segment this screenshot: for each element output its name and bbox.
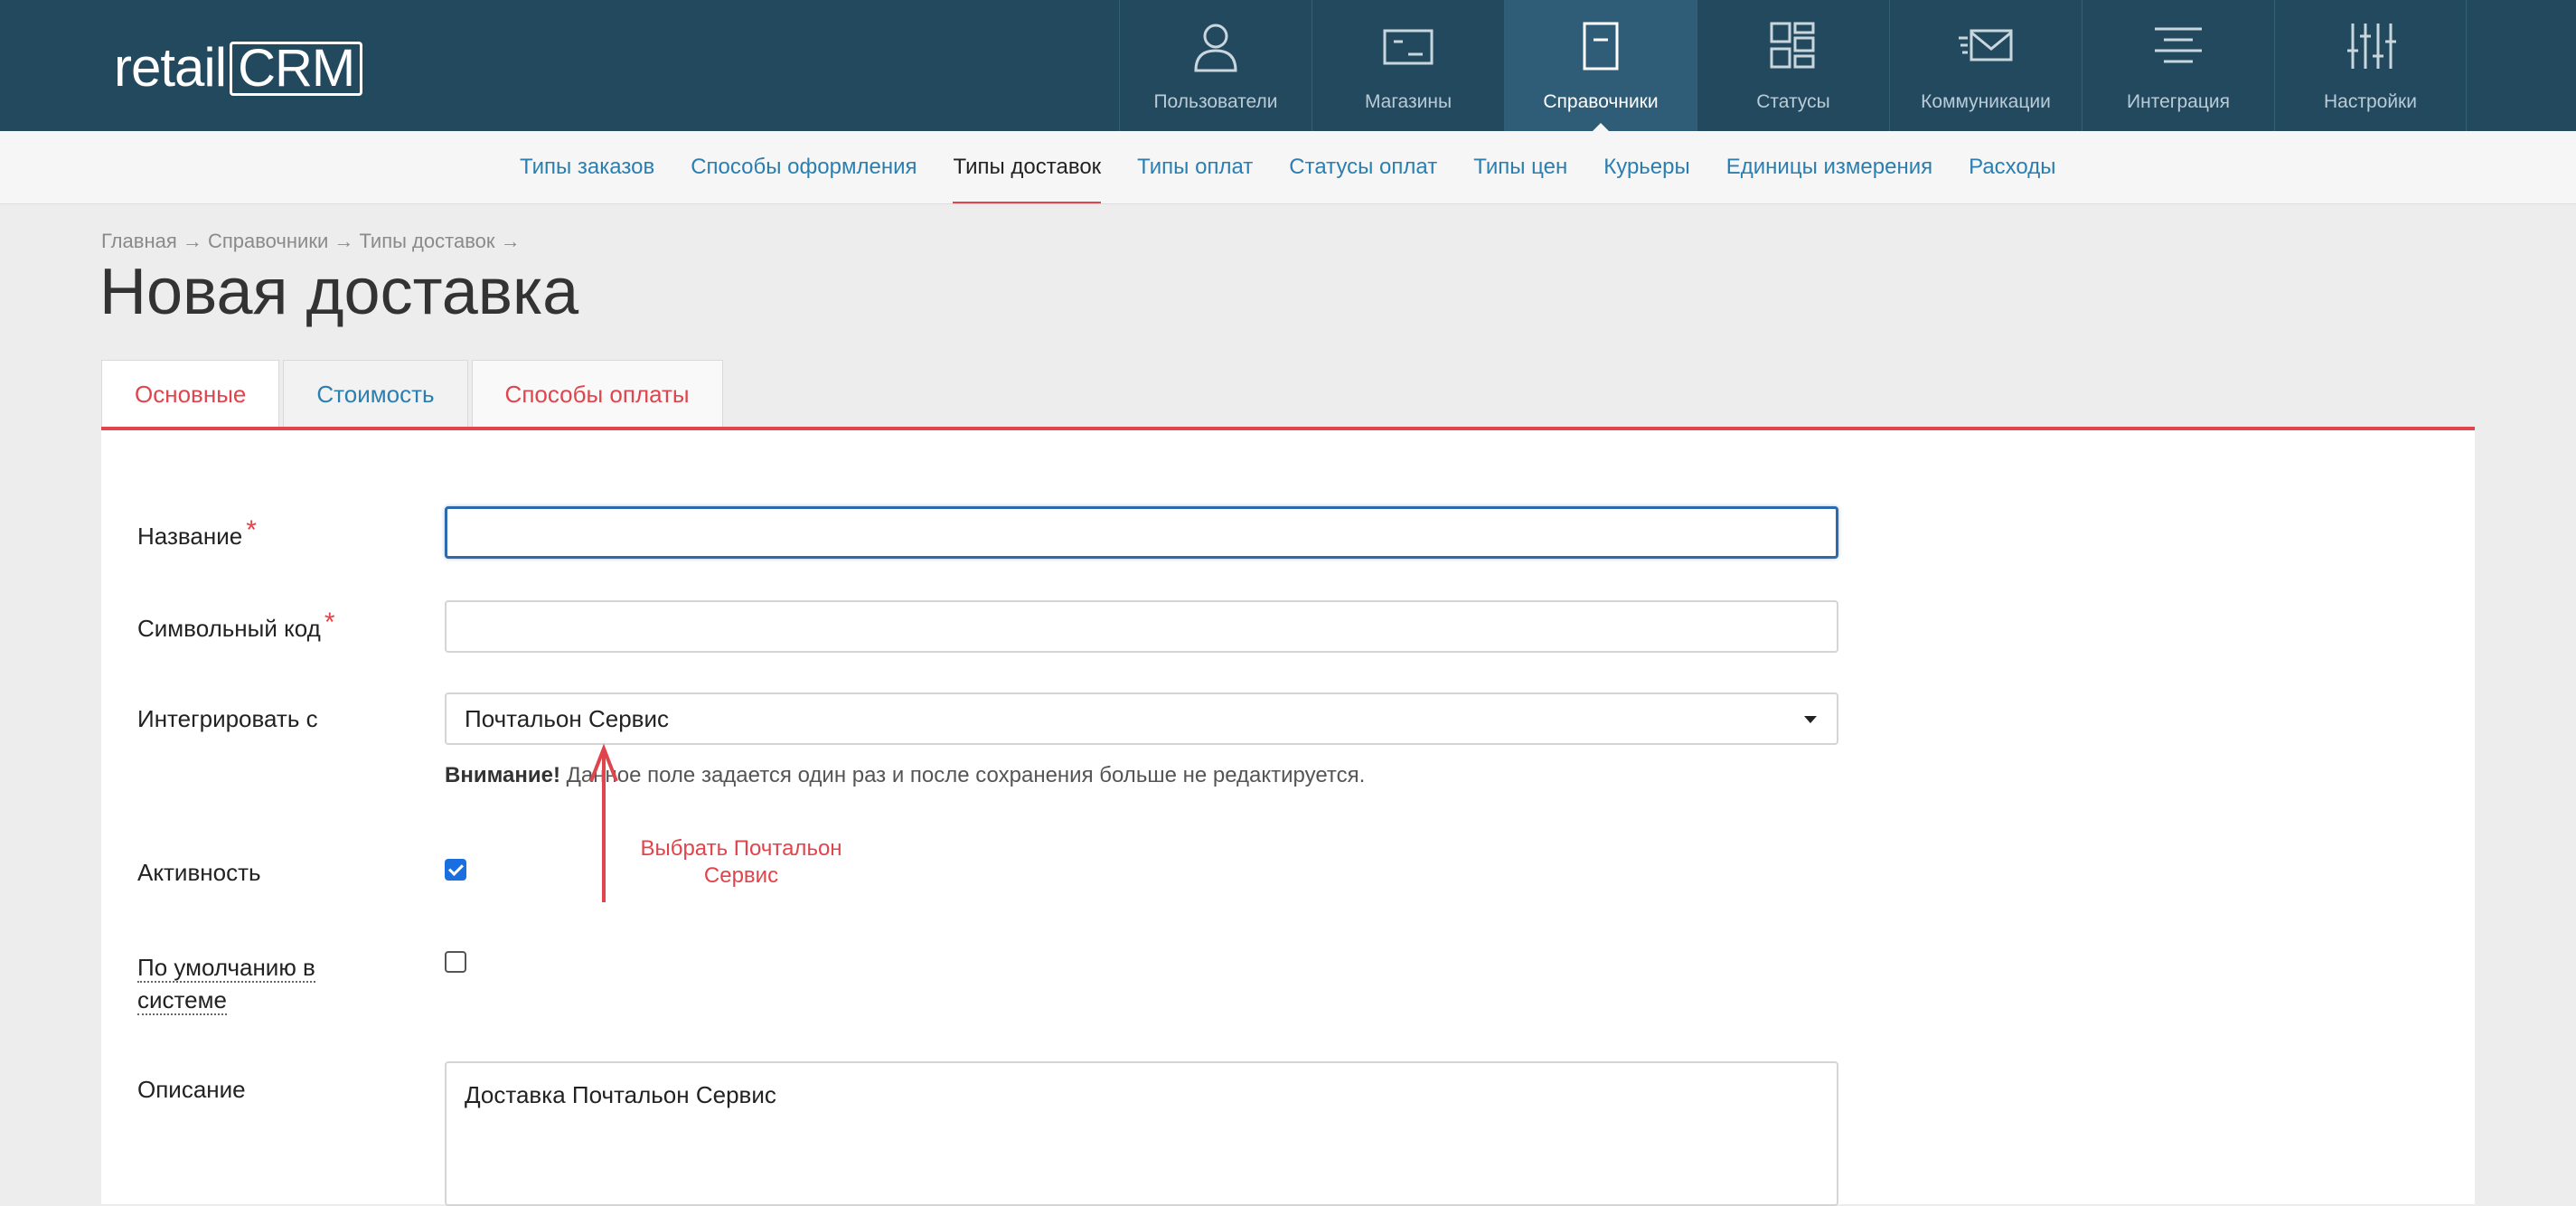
- sliders-icon: [2346, 24, 2396, 69]
- top-navigation-bar: retail CRM Пользователи Магазины Справочн…: [0, 0, 2576, 132]
- default-label: По умолчанию в системе: [137, 951, 315, 1016]
- integrate-select-value: Почтальон Сервис: [465, 705, 669, 732]
- nav-item-integration[interactable]: Интеграция: [2082, 0, 2274, 131]
- code-label: Символьный код *: [137, 608, 335, 644]
- description-label: Описание: [137, 1076, 246, 1103]
- annotation-arrow: [589, 743, 618, 902]
- default-label-line2: системе: [137, 986, 227, 1015]
- nav-item-communications[interactable]: Коммуникации: [1889, 0, 2082, 131]
- nav-label-references: Справочники: [1543, 91, 1659, 112]
- tab-main[interactable]: Основные: [101, 360, 280, 427]
- subnav-payment-statuses[interactable]: Статусы оплат: [1289, 131, 1437, 203]
- annotation-line1: Выбрать Почтальон: [640, 836, 842, 861]
- integration-warning: Внимание! Данное поле задается один раз …: [445, 763, 1365, 788]
- form-tabs: Основные Стоимость Способы оплаты: [101, 360, 727, 427]
- subnav-couriers[interactable]: Курьеры: [1603, 131, 1690, 203]
- tab-cost[interactable]: Стоимость: [283, 360, 468, 427]
- annotation-line2: Сервис: [703, 863, 779, 888]
- status-grid-icon: [1770, 22, 1815, 69]
- default-checkbox[interactable]: [445, 951, 466, 973]
- subnav-payment-types[interactable]: Типы оплат: [1137, 131, 1253, 203]
- warning-label: Внимание!: [445, 763, 560, 787]
- subnav-order-types[interactable]: Типы заказов: [520, 131, 654, 203]
- tab-payment-methods[interactable]: Способы оплаты: [471, 360, 723, 427]
- nav-item-users[interactable]: Пользователи: [1119, 0, 1312, 131]
- page-title: Новая доставка: [99, 256, 579, 328]
- breadcrumb[interactable]: Главная → Справочники → Типы доставок →: [101, 230, 521, 253]
- integrate-label: Интегрировать с: [137, 705, 318, 732]
- nav-label-settings: Настройки: [2324, 91, 2417, 112]
- form-panel: Название * Символьный код * Интегрировать …: [101, 427, 2475, 1206]
- code-label-text: Символьный код: [137, 615, 321, 642]
- required-mark: *: [324, 608, 335, 637]
- integration-icon: [2155, 27, 2202, 63]
- subnav-units[interactable]: Единицы измерения: [1726, 131, 1932, 203]
- book-icon: [1583, 22, 1619, 71]
- name-label: Название *: [137, 515, 257, 551]
- nav-label-stores: Магазины: [1364, 91, 1453, 112]
- nav-item-statuses[interactable]: Статусы: [1697, 0, 1889, 131]
- active-label: Активность: [137, 859, 261, 886]
- subnav-delivery-types[interactable]: Типы доставок: [953, 131, 1101, 203]
- subnav-checkout-methods[interactable]: Способы оформления: [691, 131, 917, 203]
- annotation-note: Выбрать Почтальон Сервис: [624, 835, 859, 890]
- sub-navigation: Типы заказов Способы оформления Типы дос…: [0, 131, 2576, 204]
- integrate-select[interactable]: Почтальон Сервис: [445, 693, 1838, 745]
- nav-item-settings[interactable]: Настройки: [2274, 0, 2467, 131]
- logo-box-text: CRM: [230, 42, 363, 96]
- description-textarea[interactable]: Доставка Почтальон Сервис: [445, 1061, 1838, 1206]
- name-input[interactable]: [445, 506, 1838, 559]
- warning-text: Данное поле задается один раз и после со…: [559, 763, 1366, 787]
- nav-label-integration: Интеграция: [2127, 91, 2230, 112]
- logo-text: retail: [114, 37, 227, 98]
- subnav-price-types[interactable]: Типы цен: [1473, 131, 1567, 203]
- nav-item-stores[interactable]: Магазины: [1312, 0, 1504, 131]
- subnav-expenses[interactable]: Расходы: [1969, 131, 2055, 203]
- user-icon: [1194, 24, 1237, 72]
- required-mark: *: [246, 515, 257, 545]
- code-input[interactable]: [445, 600, 1838, 653]
- nav-label-users: Пользователи: [1153, 91, 1278, 112]
- main-nav: Пользователи Магазины Справочники Статус…: [1119, 0, 2467, 132]
- nav-label-communications: Коммуникации: [1921, 91, 2051, 112]
- nav-item-references[interactable]: Справочники: [1504, 0, 1697, 132]
- chevron-down-icon: [1804, 716, 1817, 723]
- name-label-text: Название: [137, 523, 243, 550]
- nav-label-statuses: Статусы: [1756, 91, 1830, 112]
- active-checkbox[interactable]: [445, 859, 466, 881]
- default-label-line1: По умолчанию в: [137, 954, 315, 983]
- mail-icon: [1959, 29, 2013, 61]
- retailcrm-logo[interactable]: retail CRM: [114, 36, 421, 99]
- store-icon: [1383, 29, 1434, 65]
